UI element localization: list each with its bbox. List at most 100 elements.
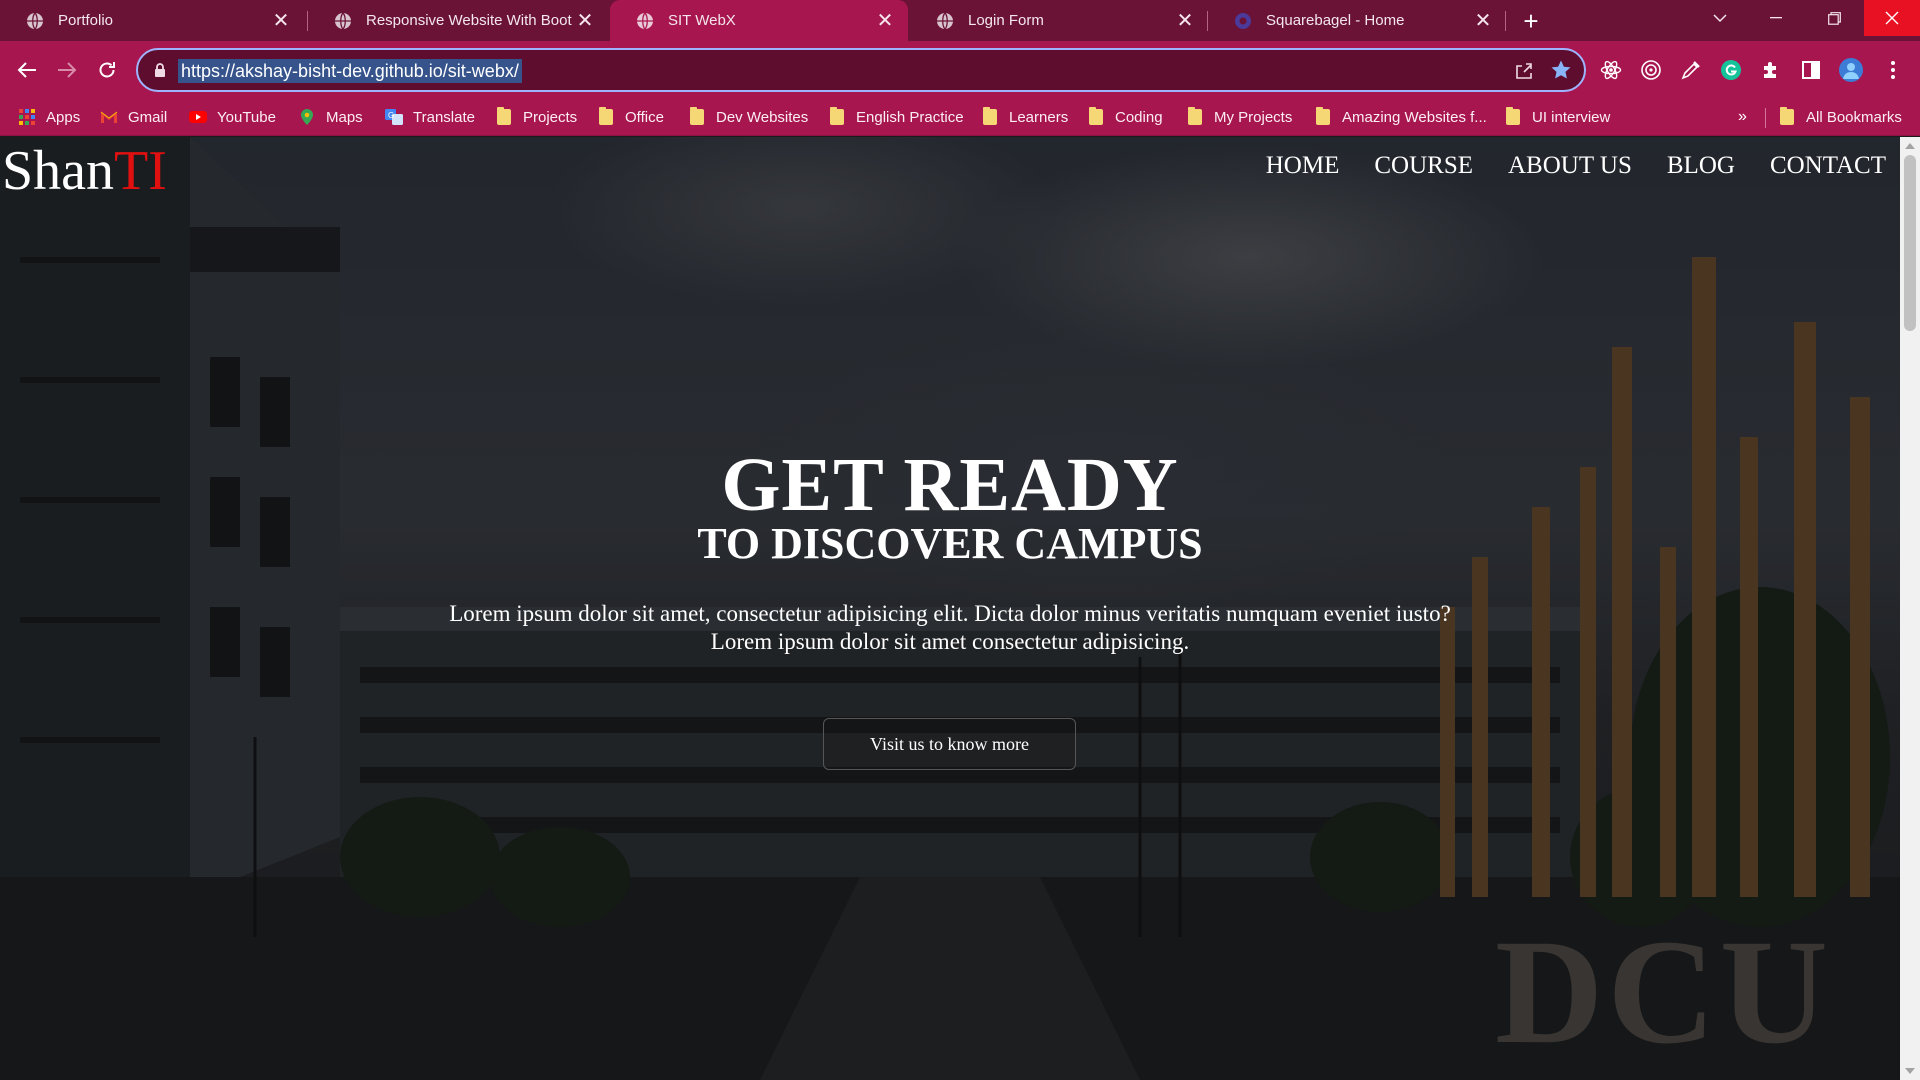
color-picker-icon[interactable] — [1678, 57, 1704, 83]
tab-responsive-website[interactable]: Responsive Website With Bootst ✕ — [308, 0, 608, 41]
nav-course-link[interactable]: COURSE — [1374, 151, 1473, 181]
browser-toolbar: https://akshay-bisht-dev.github.io/sit-w… — [0, 41, 1920, 99]
tab-login-form[interactable]: Login Form ✕ — [910, 0, 1208, 41]
scrollbar-thumb[interactable] — [1904, 155, 1916, 331]
folder-icon — [497, 107, 511, 125]
bookmark-youtube[interactable]: YouTube — [189, 99, 276, 135]
tab-label: Portfolio — [58, 12, 114, 29]
nav-about-us-link[interactable]: ABOUT US — [1508, 151, 1632, 181]
tab-close-icon[interactable]: ✕ — [1470, 8, 1496, 34]
folder-icon — [599, 107, 613, 125]
minimize-button[interactable] — [1748, 0, 1804, 36]
globe-icon — [637, 12, 653, 29]
nav-home-link[interactable]: HOME — [1266, 151, 1340, 181]
site-nav: HOME COURSE ABOUT US BLOG CONTACT — [1231, 151, 1886, 181]
logo-accent-text: TI — [114, 140, 167, 202]
folder-icon — [1188, 107, 1202, 125]
back-button[interactable] — [10, 53, 44, 87]
tab-label: Responsive Website With Bootst — [366, 12, 572, 29]
bookmark-label: English Practice — [856, 108, 964, 126]
bookmark-label: Dev Websites — [716, 108, 809, 126]
tab-label: Squarebagel - Home — [1266, 12, 1405, 29]
restore-button[interactable] — [1806, 0, 1862, 36]
bookmark-folder-learners[interactable]: Learners — [983, 99, 1068, 135]
bookmark-label: Projects — [523, 108, 578, 126]
bookmark-folder-amazing-websites[interactable]: Amazing Websites f... — [1316, 99, 1487, 135]
page-viewport: ShanTI HOME COURSE ABOUT US BLOG CONTACT… — [0, 137, 1900, 1080]
site-logo[interactable]: ShanTI — [2, 139, 167, 203]
forward-arrow-icon — [58, 62, 77, 78]
reload-button[interactable] — [90, 53, 124, 87]
hero-description-line-1: Lorem ipsum dolor sit amet, consectetur … — [449, 601, 1451, 626]
bookmark-label: Coding — [1115, 108, 1163, 126]
scroll-up-arrow-icon[interactable] — [1905, 143, 1915, 149]
visit-us-button[interactable]: Visit us to know more — [823, 718, 1076, 770]
extensions-puzzle-icon[interactable] — [1758, 57, 1784, 83]
nav-blog-link[interactable]: BLOG — [1667, 151, 1735, 181]
logo-main-text: Shan — [2, 140, 114, 202]
reload-icon — [99, 62, 115, 78]
bookmark-folder-dev-websites[interactable]: Dev Websites — [690, 99, 808, 135]
globe-icon — [335, 12, 351, 29]
bookmark-folder-office[interactable]: Office — [599, 99, 664, 135]
tab-portfolio[interactable]: Portfolio ✕ — [0, 0, 304, 41]
campus-sign-text: DCU — [1495, 909, 1832, 1075]
all-bookmarks-folder[interactable]: All Bookmarks — [1780, 99, 1902, 135]
squarebagel-favicon-icon — [1235, 12, 1251, 29]
tab-squarebagel[interactable]: Squarebagel - Home ✕ — [1208, 0, 1506, 41]
bookmark-folder-english-practice[interactable]: English Practice — [830, 99, 964, 135]
url-text[interactable]: https://akshay-bisht-dev.github.io/sit-w… — [178, 59, 522, 83]
lock-icon[interactable] — [154, 62, 166, 78]
nav-contact-link[interactable]: CONTACT — [1770, 151, 1886, 181]
tab-search-chevron-icon[interactable] — [1692, 0, 1748, 36]
forward-button[interactable] — [50, 53, 84, 87]
bookmark-star-icon[interactable] — [1550, 59, 1572, 81]
tab-strip: Portfolio ✕ Responsive Website With Boot… — [0, 0, 1920, 41]
share-icon[interactable] — [1514, 61, 1534, 81]
bookmarks-separator — [1765, 108, 1766, 128]
hero-subtitle: TO DISCOVER CAMPUS — [697, 519, 1203, 568]
tab-close-icon[interactable]: ✕ — [572, 8, 598, 34]
folder-icon — [1506, 107, 1520, 125]
gmail-icon — [100, 111, 118, 123]
apps-grid-icon — [19, 109, 35, 125]
bookmark-folder-projects[interactable]: Projects — [497, 99, 577, 135]
bookmark-folder-my-projects[interactable]: My Projects — [1188, 99, 1292, 135]
bookmark-gmail[interactable]: Gmail — [100, 99, 167, 135]
tab-label: Login Form — [968, 12, 1044, 29]
target-extension-icon[interactable] — [1638, 57, 1664, 83]
page-scrollbar[interactable] — [1900, 137, 1920, 1080]
tab-close-icon[interactable]: ✕ — [268, 8, 294, 34]
globe-icon — [27, 12, 43, 29]
side-panel-icon[interactable] — [1798, 57, 1824, 83]
tab-close-icon[interactable]: ✕ — [872, 8, 898, 34]
bookmark-label: Amazing Websites f... — [1342, 108, 1487, 126]
new-tab-button[interactable]: + — [1516, 6, 1546, 36]
tab-close-icon[interactable]: ✕ — [1172, 8, 1198, 34]
bookmarks-bar: Apps Gmail YouTube Maps G Translate Proj… — [0, 99, 1920, 136]
bookmark-folder-coding[interactable]: Coding — [1089, 99, 1163, 135]
react-devtools-icon[interactable] — [1598, 57, 1624, 83]
bookmark-folder-ui-interview[interactable]: UI interview — [1506, 99, 1610, 135]
globe-icon — [937, 12, 953, 29]
folder-icon — [1316, 107, 1330, 125]
address-bar[interactable]: https://akshay-bisht-dev.github.io/sit-w… — [136, 48, 1586, 92]
folder-icon — [1089, 107, 1103, 125]
bookmark-maps[interactable]: Maps — [298, 99, 363, 135]
svg-text:G: G — [388, 111, 394, 120]
bookmark-label: Office — [625, 108, 664, 126]
close-window-button[interactable] — [1864, 0, 1920, 36]
tab-sit-webx[interactable]: SIT WebX ✕ — [610, 0, 908, 41]
scroll-down-arrow-icon[interactable] — [1905, 1068, 1915, 1074]
folder-icon — [830, 107, 844, 125]
bookmark-label: YouTube — [217, 108, 276, 126]
folder-icon — [1780, 107, 1794, 125]
profile-avatar[interactable] — [1838, 57, 1864, 83]
bookmarks-overflow-button[interactable]: » — [1738, 99, 1747, 135]
bookmark-label: Learners — [1009, 108, 1069, 126]
bookmark-translate[interactable]: G Translate — [385, 99, 475, 135]
browser-menu-icon[interactable] — [1880, 57, 1906, 83]
bookmark-apps[interactable]: Apps — [18, 99, 80, 135]
grammarly-icon[interactable] — [1718, 57, 1744, 83]
all-bookmarks-label: All Bookmarks — [1806, 108, 1902, 126]
